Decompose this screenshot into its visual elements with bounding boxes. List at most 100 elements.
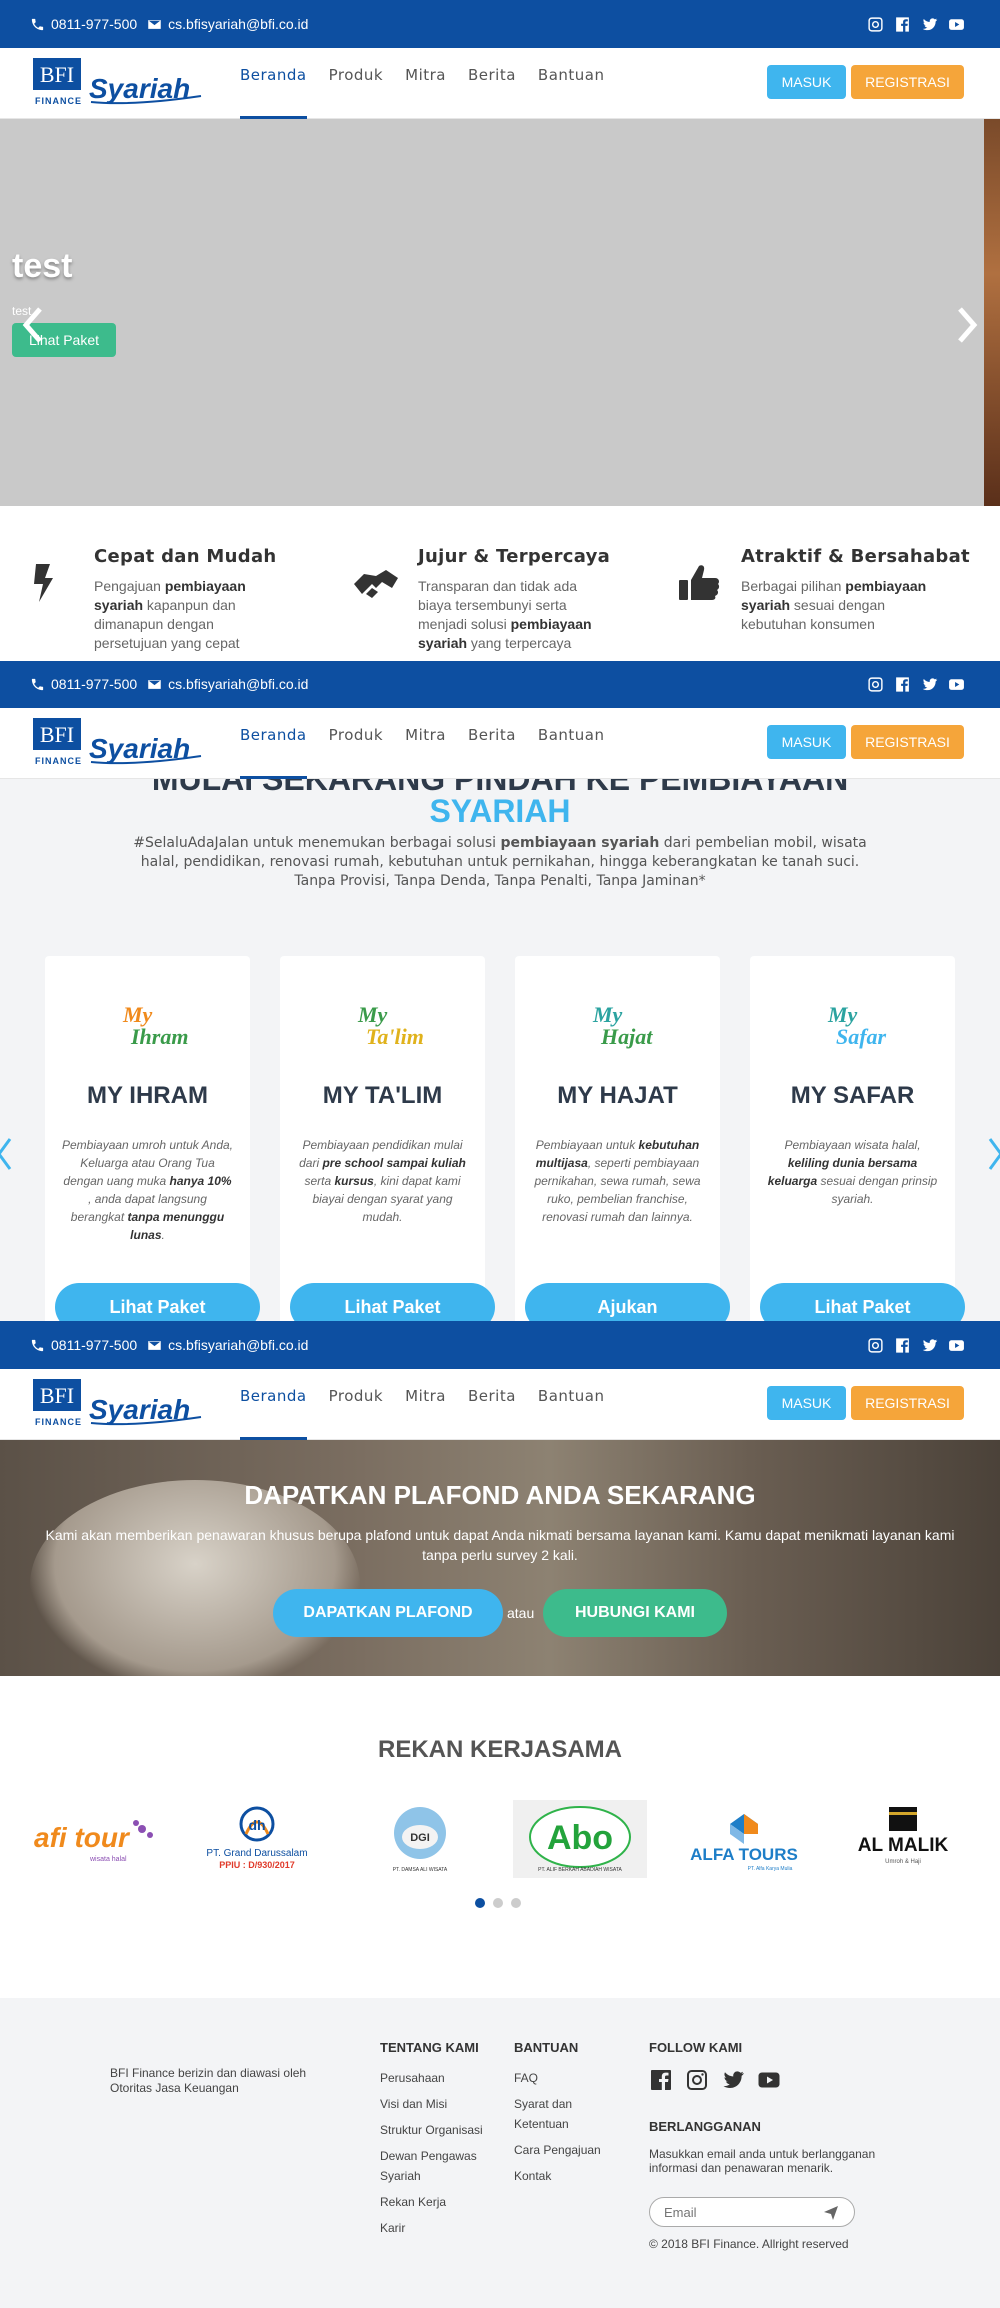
phone-icon: [31, 1339, 44, 1351]
footer-link-rekan-kerja[interactable]: Rekan Kerja: [380, 2192, 490, 2212]
nav-item-produk[interactable]: Produk: [329, 48, 384, 119]
nav-item-bantuan[interactable]: Bantuan: [538, 48, 605, 119]
partner-logo-alfa-tours[interactable]: ALFA TOURS PT. Alfa Karya Mulia: [680, 1800, 808, 1878]
product-button[interactable]: Ajukan: [525, 1283, 730, 1321]
nav-item-mitra[interactable]: Mitra: [405, 708, 446, 779]
nav-item-beranda[interactable]: Beranda: [240, 708, 307, 779]
logo-bfi-text: BFI: [40, 1383, 74, 1408]
instagram-icon[interactable]: [867, 676, 884, 693]
feature-desc: Transparan dan tidak ada biaya tersembun…: [418, 578, 592, 651]
product-button[interactable]: Lihat Paket: [55, 1283, 260, 1321]
facebook-icon[interactable]: [649, 2068, 673, 2097]
footer-link-faq[interactable]: FAQ: [514, 2068, 614, 2088]
partner-logo-dgi[interactable]: DGI PT. DAMSA ALI WISATA: [370, 1800, 470, 1878]
product-card: My Hajat MY HAJAT Pembiayaan untuk kebutuha…: [515, 956, 730, 1321]
product-title: MY IHRAM: [87, 1082, 208, 1109]
nav-item-produk[interactable]: Produk: [329, 1369, 384, 1440]
product-card: My Ta'lim MY TA'LIM Pembiayaan pendidikan m…: [280, 956, 495, 1321]
footer-link-syarat[interactable]: Syarat dan Ketentuan: [514, 2094, 614, 2134]
twitter-icon[interactable]: [921, 1337, 938, 1354]
footer-link-perusahaan[interactable]: Perusahaan: [380, 2068, 490, 2088]
feature-title: Atraktif & Bersahabat: [741, 546, 970, 567]
registrasi-button[interactable]: REGISTRASI: [851, 1386, 964, 1420]
email-contact[interactable]: cs.bfisyariah@bfi.co.id: [147, 1337, 308, 1353]
footer-link-dewan-pengawas[interactable]: Dewan Pengawas Syariah: [380, 2146, 490, 2186]
partner-logo-grand-darussalam[interactable]: dh PT. Grand Darussalam PPIU : D/930/201…: [190, 1800, 325, 1878]
nav-item-beranda[interactable]: Beranda: [240, 48, 307, 119]
facebook-icon[interactable]: [894, 676, 911, 693]
email-address: cs.bfisyariah@bfi.co.id: [168, 1337, 309, 1353]
twitter-icon[interactable]: [721, 2068, 745, 2097]
product-logo-bottom: Ihram: [130, 1024, 188, 1049]
nav-item-mitra[interactable]: Mitra: [405, 1369, 446, 1440]
footer-subscribe-title: BERLANGGANAN: [649, 2119, 761, 2134]
products-prev-arrow-icon[interactable]: [0, 1137, 12, 1171]
email-contact[interactable]: cs.bfisyariah@bfi.co.id: [147, 16, 308, 32]
youtube-icon[interactable]: [948, 1337, 965, 1354]
partner-logo-abo[interactable]: Abo PT. ALIF BERKAH ABADIAH WISATA: [513, 1800, 647, 1878]
subscribe-email-input[interactable]: [664, 2198, 824, 2226]
nav-item-bantuan[interactable]: Bantuan: [538, 708, 605, 779]
send-icon[interactable]: [824, 2206, 838, 2220]
prev-slide-arrow-icon[interactable]: [18, 305, 48, 345]
footer-follow-title: FOLLOW KAMI: [649, 2040, 743, 2055]
youtube-icon[interactable]: [948, 16, 965, 33]
next-slide-arrow-icon[interactable]: [952, 305, 982, 345]
partner-logo-afi-tour[interactable]: afi tour wisata halal: [30, 1800, 160, 1878]
facebook-icon[interactable]: [894, 16, 911, 33]
partners-section: REKAN KERJASAMA afi tour wisata halal dh…: [0, 1676, 1000, 1998]
bfi-syariah-logo[interactable]: BFI FINANCE Syariah: [33, 58, 203, 108]
dapatkan-plafond-button[interactable]: DAPATKAN PLAFOND: [273, 1589, 503, 1637]
nav-item-produk[interactable]: Produk: [329, 708, 384, 779]
footer-copyright: © 2018 BFI Finance. Allright reserved: [649, 2237, 849, 2251]
instagram-icon[interactable]: [867, 16, 884, 33]
masuk-button[interactable]: MASUK: [767, 65, 846, 99]
bfi-syariah-logo[interactable]: BFI FINANCE Syariah: [33, 1379, 203, 1429]
facebook-icon[interactable]: [894, 1337, 911, 1354]
youtube-icon[interactable]: [948, 676, 965, 693]
instagram-icon[interactable]: [685, 2068, 709, 2097]
phone-contact[interactable]: 0811-977-500: [30, 1337, 137, 1353]
nav-item-mitra[interactable]: Mitra: [405, 48, 446, 119]
main-nav: Beranda Produk Mitra Berita Bantuan: [240, 708, 605, 779]
phone-contact[interactable]: 0811-977-500: [30, 16, 137, 32]
nav-item-berita[interactable]: Berita: [468, 708, 516, 779]
footer-link-visi-misi[interactable]: Visi dan Misi: [380, 2094, 490, 2114]
svg-text:dh: dh: [248, 1817, 265, 1833]
products-section: MULAI SEKARANG PINDAH KE PEMBIAYAAN SYAR…: [0, 779, 1000, 1321]
product-button[interactable]: Lihat Paket: [760, 1283, 965, 1321]
twitter-icon[interactable]: [921, 676, 938, 693]
products-next-arrow-icon[interactable]: [988, 1137, 1000, 1171]
footer-link-kontak[interactable]: Kontak: [514, 2166, 614, 2186]
product-button[interactable]: Lihat Paket: [290, 1283, 495, 1321]
nav-item-bantuan[interactable]: Bantuan: [538, 1369, 605, 1440]
partner-caption: Umroh & Haji: [885, 1859, 921, 1865]
bfi-syariah-logo[interactable]: BFI FINANCE Syariah: [33, 718, 203, 768]
twitter-icon[interactable]: [921, 16, 938, 33]
footer-link-cara-pengajuan[interactable]: Cara Pengajuan: [514, 2140, 614, 2160]
carousel-dot-active[interactable]: [475, 1898, 485, 1908]
product-logo-bottom: Ta'lim: [366, 1024, 424, 1049]
youtube-icon[interactable]: [757, 2068, 781, 2097]
carousel-dot[interactable]: [511, 1898, 521, 1908]
product-logo-bottom: Safar: [836, 1024, 887, 1049]
partner-logo-al-malik[interactable]: AL MALIK Umroh & Haji: [848, 1800, 958, 1878]
footer-link-struktur[interactable]: Struktur Organisasi: [380, 2120, 490, 2140]
partner-caption: PT. Alfa Karya Mulia: [748, 1866, 793, 1872]
phone-contact[interactable]: 0811-977-500: [30, 676, 137, 692]
masuk-button[interactable]: MASUK: [767, 725, 846, 759]
footer-link-karir[interactable]: Karir: [380, 2218, 490, 2238]
registrasi-button[interactable]: REGISTRASI: [851, 65, 964, 99]
carousel-dot[interactable]: [493, 1898, 503, 1908]
phone-icon: [31, 678, 44, 690]
registrasi-button[interactable]: REGISTRASI: [851, 725, 964, 759]
instagram-icon[interactable]: [867, 1337, 884, 1354]
masuk-button[interactable]: MASUK: [767, 1386, 846, 1420]
email-contact[interactable]: cs.bfisyariah@bfi.co.id: [147, 676, 308, 692]
product-card: My Safar MY SAFAR Pembiayaan wisata halal, …: [750, 956, 965, 1321]
nav-item-berita[interactable]: Berita: [468, 1369, 516, 1440]
nav-item-beranda[interactable]: Beranda: [240, 1369, 307, 1440]
envelope-icon: [148, 19, 161, 29]
nav-item-berita[interactable]: Berita: [468, 48, 516, 119]
hubungi-kami-button[interactable]: HUBUNGI KAMI: [543, 1589, 727, 1637]
